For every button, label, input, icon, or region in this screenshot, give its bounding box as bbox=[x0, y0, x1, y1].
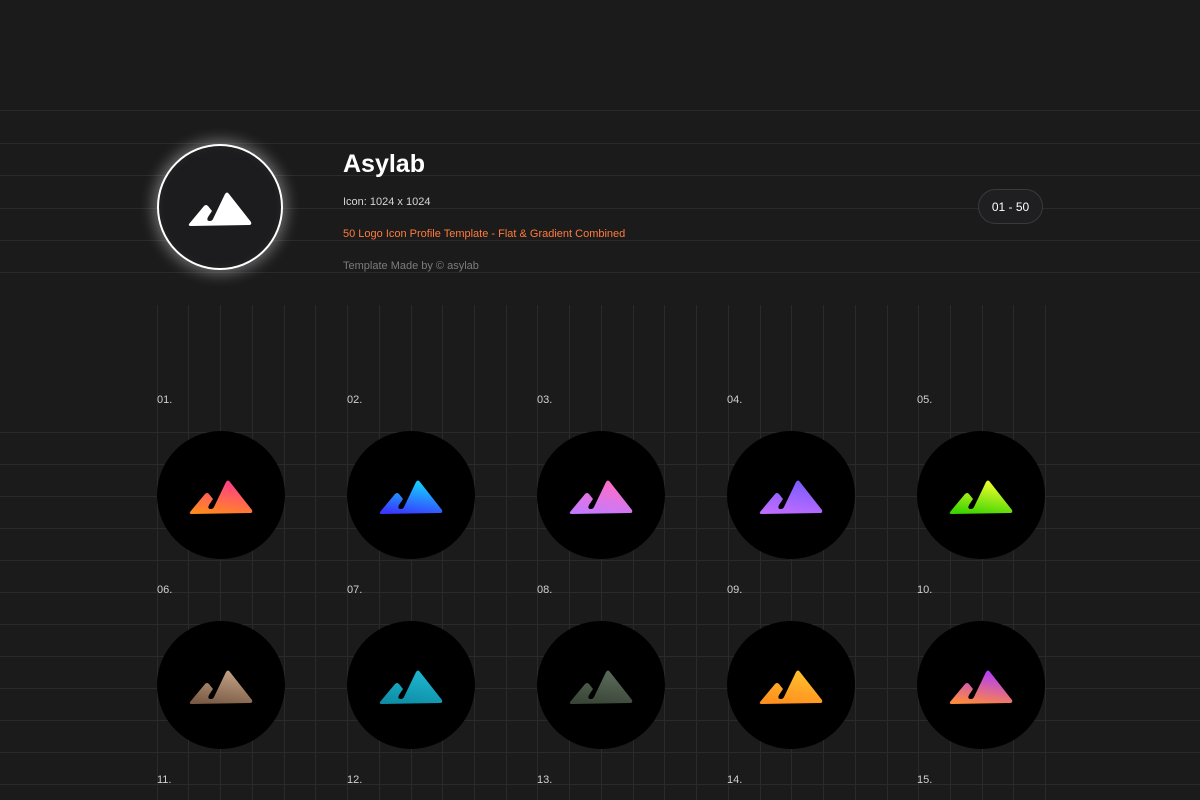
icon-number-label: 09. bbox=[727, 584, 743, 596]
tagline-text: 50 Logo Icon Profile Template - Flat & G… bbox=[343, 228, 626, 240]
mountain-logo-icon bbox=[569, 480, 633, 514]
grid-line-vertical bbox=[474, 305, 475, 800]
grid-line-vertical bbox=[664, 305, 665, 800]
mountain-logo-icon bbox=[189, 670, 253, 704]
logo-variant-3[interactable] bbox=[537, 431, 665, 559]
grid-line-horizontal bbox=[0, 592, 1200, 593]
credit-text: Template Made by © asylab bbox=[343, 260, 479, 272]
icon-number-label: 01. bbox=[157, 394, 173, 406]
icon-number-label: 02. bbox=[347, 394, 363, 406]
mountain-logo-icon bbox=[759, 480, 823, 514]
logo-variant-8[interactable] bbox=[537, 621, 665, 749]
logo-variant-2[interactable] bbox=[347, 431, 475, 559]
mountain-logo-icon bbox=[949, 670, 1013, 704]
grid-line-vertical bbox=[728, 305, 729, 800]
grid-line-vertical bbox=[315, 305, 316, 800]
mountain-logo-icon bbox=[379, 670, 443, 704]
logo-variant-5[interactable] bbox=[917, 431, 1045, 559]
grid-line-vertical bbox=[157, 305, 158, 800]
mountain-logo-icon bbox=[379, 480, 443, 514]
grid-line-horizontal bbox=[0, 110, 1200, 111]
logo-variant-1[interactable] bbox=[157, 431, 285, 559]
icon-number-label: 14. bbox=[727, 774, 743, 786]
icon-number-label: 12. bbox=[347, 774, 363, 786]
range-badge[interactable]: 01 - 50 bbox=[978, 189, 1043, 224]
grid-line-vertical bbox=[1045, 305, 1046, 800]
mountain-logo-icon bbox=[949, 480, 1013, 514]
mountain-logo-icon bbox=[189, 480, 253, 514]
grid-line-horizontal bbox=[0, 560, 1200, 561]
mountain-logo-icon bbox=[759, 670, 823, 704]
icon-number-label: 11. bbox=[157, 774, 172, 786]
hero-logo-icon bbox=[157, 144, 283, 270]
logo-variant-6[interactable] bbox=[157, 621, 285, 749]
grid-line-vertical bbox=[887, 305, 888, 800]
grid-line-horizontal bbox=[0, 784, 1200, 785]
grid-line-vertical bbox=[918, 305, 919, 800]
grid-line-horizontal bbox=[0, 272, 1200, 273]
icon-number-label: 04. bbox=[727, 394, 743, 406]
grid-line-vertical bbox=[537, 305, 538, 800]
logo-variant-7[interactable] bbox=[347, 621, 475, 749]
grid-line-horizontal bbox=[0, 752, 1200, 753]
icon-number-label: 05. bbox=[917, 394, 933, 406]
grid-line-horizontal bbox=[0, 143, 1200, 144]
logo-variant-10[interactable] bbox=[917, 621, 1045, 749]
mountain-logo-icon bbox=[188, 192, 252, 226]
grid-line-vertical bbox=[855, 305, 856, 800]
mountain-logo-icon bbox=[569, 670, 633, 704]
icon-number-label: 15. bbox=[917, 774, 933, 786]
grid-line-vertical bbox=[696, 305, 697, 800]
grid-line-vertical bbox=[347, 305, 348, 800]
icon-number-label: 10. bbox=[917, 584, 933, 596]
brand-title: Asylab bbox=[343, 150, 425, 178]
icon-size-text: Icon: 1024 x 1024 bbox=[343, 196, 431, 208]
icon-number-label: 06. bbox=[157, 584, 173, 596]
icon-number-label: 08. bbox=[537, 584, 553, 596]
icon-number-label: 13. bbox=[537, 774, 553, 786]
grid-line-vertical bbox=[284, 305, 285, 800]
logo-variant-9[interactable] bbox=[727, 621, 855, 749]
logo-variant-4[interactable] bbox=[727, 431, 855, 559]
grid-line-vertical bbox=[506, 305, 507, 800]
icon-number-label: 03. bbox=[537, 394, 553, 406]
icon-number-label: 07. bbox=[347, 584, 363, 596]
